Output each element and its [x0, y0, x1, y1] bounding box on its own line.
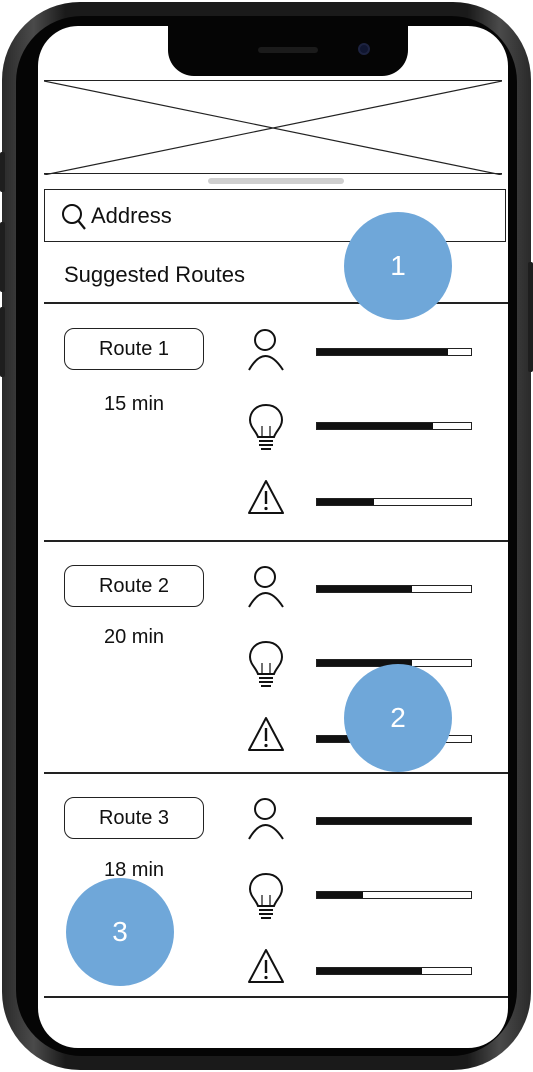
route-2-duration: 20 min [103, 626, 165, 648]
person-icon [246, 797, 286, 846]
warning-icon [246, 947, 286, 990]
route-1-button[interactable]: Route 1 [64, 328, 204, 370]
lightbulb-icon [246, 639, 286, 694]
route-1-hazard-level-bar [316, 498, 472, 506]
level-bar-fill [317, 968, 422, 974]
route-1-duration: 15 min [103, 393, 165, 415]
annotation-marker-3: 3 [66, 878, 174, 986]
warning-icon [246, 715, 286, 758]
annotation-marker-1: 1 [344, 212, 452, 320]
route-1-light-level-bar [316, 422, 472, 430]
lightbulb-icon [246, 402, 286, 457]
level-bar-fill [317, 892, 364, 898]
map-image-placeholder [44, 80, 502, 175]
volume-down-button [0, 307, 5, 377]
divider [44, 540, 508, 542]
level-bar-fill [317, 423, 433, 429]
lightbulb-icon [246, 871, 286, 926]
route-1-walk-level-bar [316, 348, 472, 356]
level-bar-fill [317, 818, 471, 824]
sheet-drag-handle[interactable] [208, 178, 344, 184]
section-title: Suggested Routes [64, 262, 246, 287]
divider [44, 302, 508, 304]
level-bar-fill [317, 499, 374, 505]
notch [168, 26, 408, 76]
warning-icon [246, 478, 286, 521]
divider [44, 996, 508, 998]
route-3-button[interactable]: Route 3 [64, 797, 204, 839]
route-3-walk-level-bar [316, 817, 472, 825]
annotation-marker-2: 2 [344, 664, 452, 772]
search-icon [61, 203, 87, 236]
route-3-hazard-level-bar [316, 967, 472, 975]
divider [44, 772, 508, 774]
route-3-duration: 18 min [103, 859, 165, 881]
route-2-button[interactable]: Route 2 [64, 565, 204, 607]
level-bar-fill [317, 586, 413, 592]
route-3-light-level-bar [316, 891, 472, 899]
volume-up-button [0, 222, 5, 292]
mute-switch [0, 152, 5, 192]
route-2-walk-level-bar [316, 585, 472, 593]
app-screen: Address Suggested Routes Route 1 15 min … [38, 26, 508, 1048]
phone-frame: Address Suggested Routes Route 1 15 min … [0, 2, 533, 1070]
person-icon [246, 565, 286, 614]
person-icon [246, 328, 286, 377]
placeholder-cross-icon [44, 81, 502, 175]
search-input[interactable]: Address [91, 203, 172, 229]
power-button [528, 262, 533, 372]
speaker [258, 47, 318, 53]
level-bar-fill [317, 349, 448, 355]
front-camera [358, 43, 370, 55]
